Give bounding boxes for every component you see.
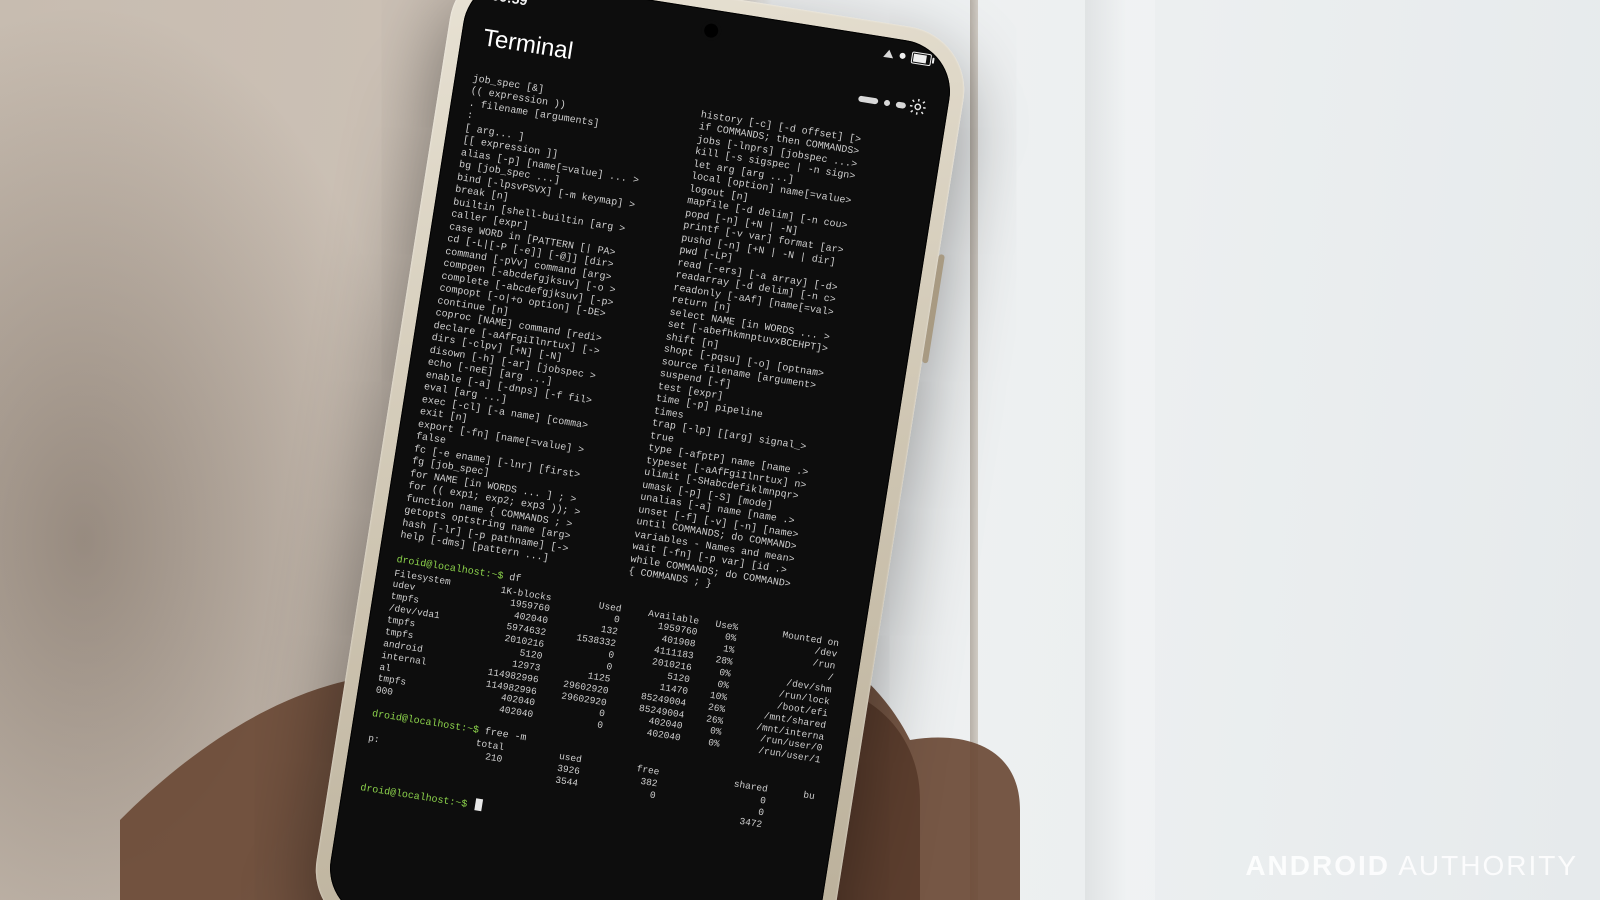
settings-button[interactable] xyxy=(906,95,929,118)
terminal-output[interactable]: job_spec [&] (( expression )) . filename… xyxy=(338,58,943,890)
notification-dot-icon xyxy=(899,52,906,59)
watermark: ANDROID AUTHORITY xyxy=(1245,850,1578,882)
location-icon xyxy=(883,49,894,58)
battery-icon xyxy=(911,51,933,66)
app-title: Terminal xyxy=(481,24,575,66)
door-frame-edge xyxy=(970,0,978,900)
door-trim xyxy=(1085,0,1155,900)
shell-prompt: droid@localhost:~$ xyxy=(359,783,467,811)
photo-scene: 09:59 Terminal xyxy=(0,0,1600,900)
cmd-df: df xyxy=(508,573,522,586)
status-time: 09:59 xyxy=(491,0,529,8)
cursor xyxy=(474,798,483,811)
gear-icon xyxy=(906,95,929,118)
